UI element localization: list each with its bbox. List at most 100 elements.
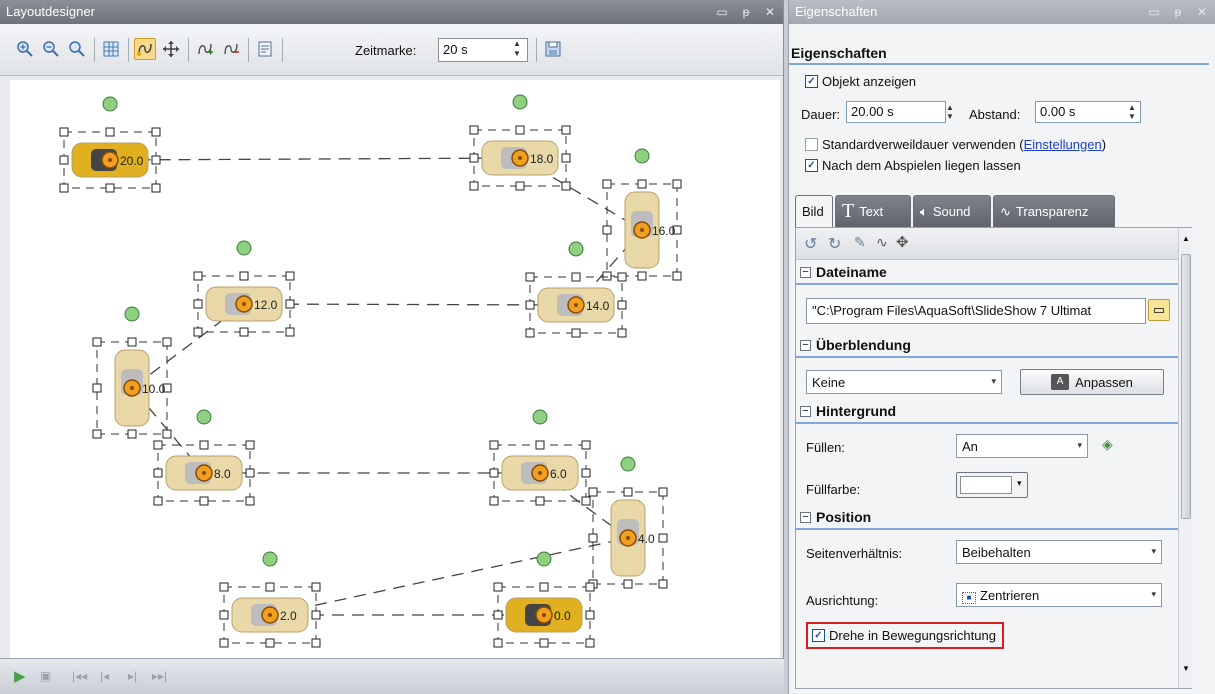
group-hintergrund[interactable]: − Hintergrund (796, 400, 1178, 424)
resize-handle[interactable] (581, 496, 591, 506)
rotation-handle[interactable] (102, 96, 118, 112)
tab-transparenz[interactable]: ∿ Transparenz (993, 195, 1115, 227)
resize-handle[interactable] (672, 271, 682, 281)
resize-handle[interactable] (219, 582, 229, 592)
resize-handle[interactable] (585, 610, 595, 620)
resize-handle[interactable] (469, 153, 479, 163)
diamond-icon[interactable]: ◈ (1102, 436, 1113, 453)
resize-handle[interactable] (571, 328, 581, 338)
resize-handle[interactable] (199, 440, 209, 450)
resize-handle[interactable] (105, 183, 115, 193)
resize-handle[interactable] (153, 496, 163, 506)
seitenverhaeltnis-select[interactable]: Beibehalten ▾ (956, 540, 1162, 564)
prev-icon[interactable]: |◂ (100, 669, 109, 683)
resize-handle[interactable] (285, 271, 295, 281)
resize-handle[interactable] (658, 533, 668, 543)
keyframe-dot[interactable] (242, 302, 246, 306)
tab-text[interactable]: T Text (835, 195, 911, 227)
rotation-handle[interactable] (196, 409, 212, 425)
keyframe-dot[interactable] (130, 386, 134, 390)
dauer-spinner[interactable]: ▲ ▼ (943, 103, 957, 121)
resize-handle[interactable] (311, 638, 321, 648)
tab-bild[interactable]: Bild (795, 195, 833, 227)
resize-handle[interactable] (561, 181, 571, 191)
collapse-icon[interactable]: − (800, 405, 811, 417)
add-point-icon[interactable] (194, 38, 216, 60)
checkbox-checked-icon[interactable]: ✓ (812, 629, 825, 642)
collapse-icon[interactable]: − (800, 511, 811, 523)
resize-handle[interactable] (571, 272, 581, 282)
maximize-icon[interactable]: ▭ (715, 0, 729, 24)
resize-handle[interactable] (637, 179, 647, 189)
close-icon[interactable]: ✕ (1195, 0, 1209, 24)
last-icon[interactable]: ▸▸| (152, 669, 167, 683)
anpassen-button[interactable]: A Anpassen (1020, 369, 1164, 395)
brush-icon[interactable]: ✎ (854, 234, 866, 251)
zeitmarke-spinner[interactable]: ▲ ▼ (508, 39, 526, 61)
collapse-icon[interactable]: − (800, 266, 811, 278)
resize-handle[interactable] (92, 383, 102, 393)
resize-handle[interactable] (265, 582, 275, 592)
resize-handle[interactable] (585, 582, 595, 592)
resize-handle[interactable] (623, 579, 633, 589)
scroll-down-icon[interactable]: ▼ (1182, 664, 1190, 673)
resize-handle[interactable] (489, 496, 499, 506)
preview-icon[interactable]: ▣ (40, 669, 51, 683)
keyframe-dot[interactable] (268, 613, 272, 617)
resize-handle[interactable] (245, 468, 255, 478)
properties-icon[interactable] (254, 38, 276, 60)
resize-handle[interactable] (193, 299, 203, 309)
keyframe-dot[interactable] (108, 158, 112, 162)
pin-icon[interactable]: ᵽ (1171, 0, 1185, 24)
dateiname-field[interactable]: "C:\Program Files\AquaSoft\SlideShow 7 U… (806, 298, 1146, 324)
ueberblendung-select[interactable]: Keine ▾ (806, 370, 1002, 394)
resize-handle[interactable] (525, 328, 535, 338)
fuellen-select[interactable]: An ▾ (956, 434, 1088, 458)
resize-handle[interactable] (219, 610, 229, 620)
resize-handle[interactable] (493, 610, 503, 620)
next-icon[interactable]: ▸| (128, 669, 137, 683)
maximize-icon[interactable]: ▭ (1147, 0, 1161, 24)
resize-handle[interactable] (153, 440, 163, 450)
resize-handle[interactable] (539, 638, 549, 648)
resize-handle[interactable] (515, 181, 525, 191)
grid-icon[interactable] (100, 38, 122, 60)
layout-canvas[interactable]: 20.0 18.0 16.0 14.0 12.0 10.0 8.0 6.0 4.0 2.0 0.0 (10, 80, 780, 658)
resize-handle[interactable] (658, 579, 668, 589)
resize-handle[interactable] (581, 440, 591, 450)
resize-handle[interactable] (469, 125, 479, 135)
move-arrows-icon[interactable]: ✥ (896, 233, 909, 251)
collapse-icon[interactable]: − (800, 339, 811, 351)
zoom-fit-icon[interactable] (66, 38, 88, 60)
resize-handle[interactable] (285, 299, 295, 309)
keyframe-dot[interactable] (538, 471, 542, 475)
keyframe-dot[interactable] (518, 156, 522, 160)
resize-handle[interactable] (602, 225, 612, 235)
zoom-in-icon[interactable] (14, 38, 36, 60)
folder-open-icon[interactable]: ▭ (1148, 299, 1170, 321)
checkbox-checked-icon[interactable]: ✓ (805, 75, 818, 88)
keyframe-dot[interactable] (202, 471, 206, 475)
resize-handle[interactable] (127, 429, 137, 439)
group-dateiname[interactable]: − Dateiname (796, 261, 1178, 285)
rotation-handle[interactable] (568, 241, 584, 257)
resize-handle[interactable] (617, 272, 627, 282)
resize-handle[interactable] (59, 127, 69, 137)
rotation-handle[interactable] (532, 409, 548, 425)
resize-handle[interactable] (588, 533, 598, 543)
checkbox-checked-icon[interactable]: ✓ (805, 159, 818, 172)
motion-path-drawing[interactable]: 20.0 18.0 16.0 14.0 12.0 10.0 8.0 6.0 4.0 2.0 0.0 (10, 80, 780, 658)
resize-handle[interactable] (59, 183, 69, 193)
resize-handle[interactable] (617, 328, 627, 338)
motion-path-line[interactable] (109, 157, 644, 616)
resize-handle[interactable] (672, 179, 682, 189)
resize-handle[interactable] (515, 125, 525, 135)
resize-handle[interactable] (311, 610, 321, 620)
scroll-thumb[interactable] (1181, 254, 1191, 519)
resize-handle[interactable] (617, 300, 627, 310)
resize-handle[interactable] (585, 638, 595, 648)
close-icon[interactable]: ✕ (763, 0, 777, 24)
rotate-left-icon[interactable]: ↺ (804, 234, 817, 254)
resize-handle[interactable] (525, 272, 535, 282)
resize-handle[interactable] (219, 638, 229, 648)
